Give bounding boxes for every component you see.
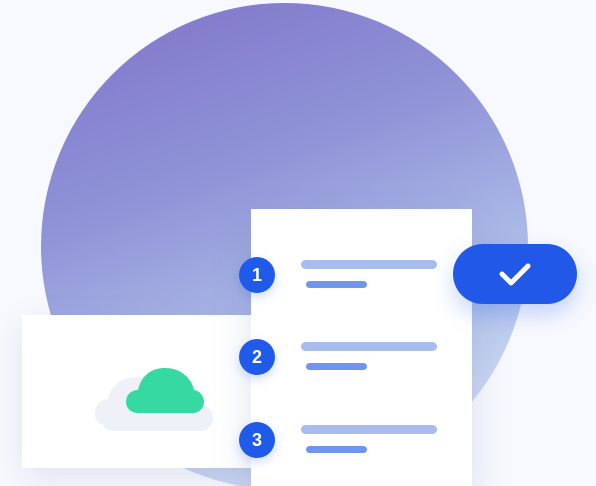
step-badge-2: 2 [239, 339, 275, 375]
complete-button[interactable] [453, 244, 577, 304]
step-row-3: 3 [239, 422, 439, 466]
cloud-icon [95, 368, 213, 431]
step-line-3-primary [301, 425, 437, 434]
step-line-1-secondary [306, 281, 367, 288]
step-line-3-secondary [306, 446, 367, 453]
step-badge-1: 1 [239, 257, 275, 293]
checklist-card: 1 2 3 [239, 209, 472, 486]
step-row-1: 1 [239, 257, 439, 301]
cloud-icon-wrapper [95, 353, 213, 431]
step-line-1-primary [301, 260, 437, 269]
step-badge-3: 3 [239, 422, 275, 458]
checkmark-icon [499, 263, 531, 286]
step-line-2-secondary [306, 363, 367, 370]
step-line-2-primary [301, 342, 437, 351]
step-row-2: 2 [239, 339, 439, 383]
illustration-stage: 1 2 3 [0, 0, 596, 486]
